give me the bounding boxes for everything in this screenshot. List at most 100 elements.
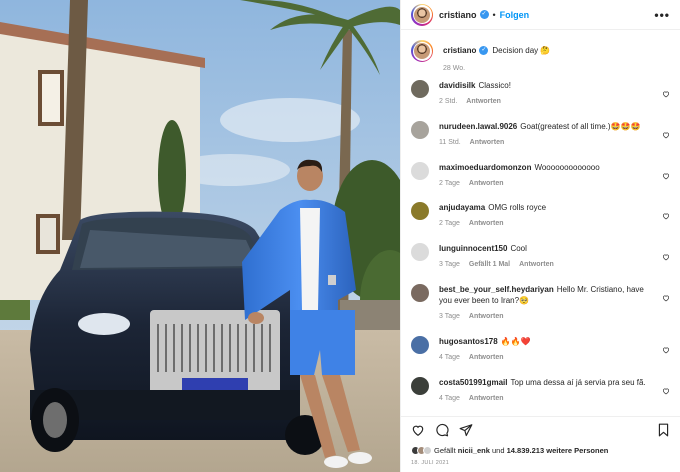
comment-meta: 11 Std. Antworten [439, 139, 656, 146]
comment-likes-count[interactable]: Gefällt 1 Mal [469, 261, 510, 268]
photo-illustration [0, 0, 400, 472]
comment-like-heart-icon[interactable] [662, 131, 670, 139]
comment-row: davidisilk Classico! 2 Std. Antworten [411, 80, 670, 121]
likes-summary[interactable]: Gefällt nicii_enk und 14.839.213 weitere… [401, 442, 680, 458]
commenter-avatar[interactable] [411, 161, 429, 180]
comment-meta: 2 Tage Antworten [439, 220, 656, 227]
comment-row: best_be_your_self.heydariyan Hello Mr. Cr… [411, 283, 670, 336]
comment-reply-button[interactable]: Antworten [469, 354, 504, 361]
comment-text: 🔥🔥❤️ [500, 336, 531, 346]
comment-meta: 4 Tage Antworten [439, 395, 656, 402]
comment-age: 2 Tage [439, 179, 460, 187]
comment-meta: 3 Tage Antworten [439, 313, 656, 320]
commenter-avatar[interactable] [411, 243, 429, 262]
commenter-avatar[interactable] [411, 80, 429, 98]
comment-username[interactable]: anjudayama [439, 203, 485, 212]
comment-like-heart-icon[interactable] [662, 212, 670, 220]
comment-row: maximoeduardomonzon Wooooooooooooo 2 Tage… [411, 161, 670, 203]
comment-content: maximoeduardomonzon Wooooooooooooo 2 Tage… [439, 162, 670, 187]
commenter-avatar[interactable] [411, 120, 429, 139]
comment-text: Wooooooooooooo [534, 162, 600, 172]
comment-text-line: maximoeduardomonzon Wooooooooooooo [439, 162, 656, 173]
comment-username[interactable]: davidisilk [439, 81, 475, 90]
comment-row: anjudayama OMG rolls royce 2 Tage Antworte… [411, 202, 670, 243]
caption-meta: 28 Wo. [443, 65, 656, 72]
post-date[interactable]: 18. JULI 2021 [401, 458, 680, 472]
comment-like-heart-icon[interactable] [662, 253, 670, 261]
comment-text: Top uma dessa aí já servia pra seu fã. [510, 377, 646, 387]
comment-rows: davidisilk Classico! 2 Std. Antworten nuru… [411, 80, 670, 416]
caption-username[interactable]: cristiano [443, 46, 476, 55]
caption-age: 28 Wo. [443, 65, 466, 72]
comment-text-line: best_be_your_self.heydariyan Hello Mr. Cr… [439, 284, 656, 306]
comment-reply-button[interactable]: Antworten [469, 313, 504, 320]
heart-icon[interactable] [411, 423, 425, 437]
comment-meta: 3 Tage Gefällt 1 Mal Antworten [439, 261, 656, 268]
commenter-avatar[interactable] [411, 376, 429, 395]
comment-text-line: anjudayama OMG rolls royce [439, 202, 656, 213]
comment-reply-button[interactable]: Antworten [469, 220, 504, 227]
verified-badge-icon: ✓ [479, 10, 489, 19]
author-username[interactable]: cristiano [439, 10, 477, 20]
post-side-panel: cristiano ✓ • Folgen ••• cristiano ✓ Decis… [400, 0, 680, 472]
comment-content: anjudayama OMG rolls royce 2 Tage Antworte… [439, 202, 670, 227]
header-separator: • [492, 9, 496, 20]
comment-like-heart-icon[interactable] [662, 90, 670, 98]
commenter-avatar[interactable] [411, 283, 429, 302]
comment-row: lunguinnocent150 Cool 3 Tage Gefällt 1 Mal… [411, 243, 670, 284]
comment-age: 2 Tage [439, 220, 460, 228]
comment-text: Cool [510, 244, 527, 254]
caption-text-line: cristiano ✓ Decision day 🤔 [443, 45, 656, 56]
comment-icon[interactable] [435, 423, 449, 437]
comment-reply-button[interactable]: Antworten [469, 395, 504, 402]
post-photo[interactable] [0, 0, 400, 472]
comment-username[interactable]: hugosantos178 [439, 337, 498, 346]
comment-content: lunguinnocent150 Cool 3 Tage Gefällt 1 Mal… [439, 243, 670, 268]
comment-username[interactable]: best_be_your_self.heydariyan [439, 285, 554, 294]
comment-content: hugosantos178 🔥🔥❤️ 4 Tage Antworten [439, 336, 670, 361]
comment-text: Classico! [478, 81, 511, 90]
comment-like-heart-icon[interactable] [662, 172, 670, 180]
comment-like-heart-icon[interactable] [662, 387, 670, 395]
comment-like-heart-icon[interactable] [662, 346, 670, 354]
post-actions-bar [401, 416, 680, 442]
commenter-avatar[interactable] [411, 202, 429, 221]
likes-suffix[interactable]: weitere Personen [546, 446, 608, 455]
comment-username[interactable]: nurudeen.lawal.9026 [439, 122, 517, 131]
comment-row: costa501991gmail Top uma dessa aí já serv… [411, 376, 670, 416]
more-options-icon[interactable]: ••• [654, 8, 670, 22]
comment-row: nurudeen.lawal.9026 Goat(greatest of all … [411, 120, 670, 162]
comment-age: 3 Tage [439, 312, 460, 320]
commenter-avatar[interactable] [411, 335, 429, 354]
liker-avatar [423, 445, 432, 455]
comment-meta: 2 Std. Antworten [439, 98, 656, 105]
likes-count[interactable]: 14.839.213 [507, 446, 545, 455]
comments-list[interactable]: cristiano ✓ Decision day 🤔 28 Wo. davidisi… [401, 30, 680, 416]
follow-button[interactable]: Folgen [500, 10, 530, 20]
post-header: cristiano ✓ • Folgen ••• [401, 0, 680, 30]
comment-content: davidisilk Classico! 2 Std. Antworten [439, 80, 670, 105]
comment-like-heart-icon[interactable] [662, 294, 670, 302]
comment-reply-button[interactable]: Antworten [470, 139, 505, 146]
caption-avatar[interactable] [411, 40, 433, 62]
share-icon[interactable] [459, 423, 473, 437]
comment-text: OMG rolls royce [488, 203, 547, 213]
comment-row: hugosantos178 🔥🔥❤️ 4 Tage Antworten [411, 335, 670, 377]
likes-first-user[interactable]: nicii_enk [458, 446, 490, 455]
post-caption: cristiano ✓ Decision day 🤔 28 Wo. [411, 40, 670, 80]
comment-reply-button[interactable]: Antworten [466, 98, 501, 105]
comment-content: best_be_your_self.heydariyan Hello Mr. Cr… [439, 284, 670, 320]
comment-username[interactable]: costa501991gmail [439, 378, 508, 387]
comment-text: Goat(greatest of all time.)🤩🤩🤩 [520, 121, 641, 131]
comment-age: 4 Tage [439, 353, 460, 361]
comment-text-line: hugosantos178 🔥🔥❤️ [439, 336, 656, 347]
likes-connector: und [491, 445, 505, 455]
caption-content: cristiano ✓ Decision day 🤔 28 Wo. [443, 40, 670, 72]
likers-avatar-stack [411, 445, 432, 455]
comment-username[interactable]: maximoeduardomonzon [439, 163, 531, 172]
author-avatar[interactable] [411, 3, 433, 26]
comment-reply-button[interactable]: Antworten [519, 261, 554, 268]
bookmark-icon[interactable] [657, 423, 670, 437]
comment-username[interactable]: lunguinnocent150 [439, 244, 507, 253]
comment-reply-button[interactable]: Antworten [469, 180, 504, 187]
